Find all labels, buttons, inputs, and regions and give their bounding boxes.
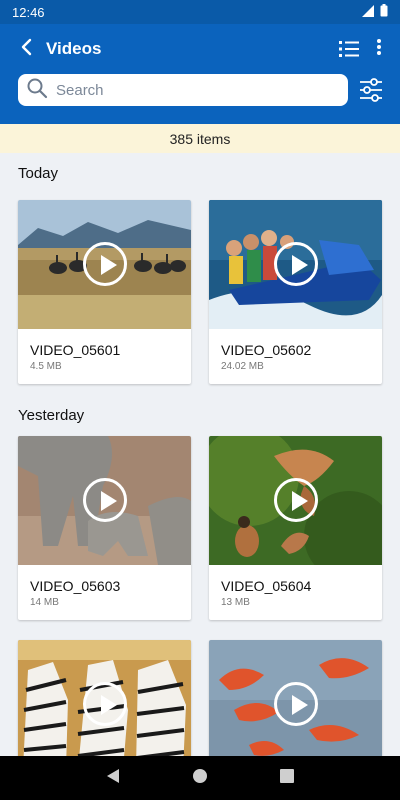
back-button[interactable] — [14, 38, 38, 60]
nav-home-icon[interactable] — [192, 768, 208, 789]
search-icon — [26, 77, 48, 104]
system-nav-bar — [0, 756, 400, 800]
item-count-bar: 385 items — [0, 124, 400, 153]
item-count-label: 385 items — [169, 130, 231, 147]
video-card[interactable] — [209, 640, 382, 756]
video-thumbnail — [18, 200, 191, 329]
nav-recents-icon[interactable] — [280, 768, 294, 788]
video-thumbnail — [209, 436, 382, 565]
nav-back-icon[interactable] — [106, 768, 120, 789]
video-thumbnail — [209, 640, 382, 756]
list-view-button[interactable] — [338, 38, 360, 60]
video-name: VIDEO_05603 — [30, 578, 121, 594]
video-card[interactable]: VIDEO_05601 4.5 MB — [18, 200, 191, 384]
more-vert-icon — [376, 38, 382, 61]
video-thumbnail — [209, 200, 382, 329]
video-thumbnail — [18, 436, 191, 565]
app-bar: Videos — [0, 24, 400, 124]
battery-icon — [380, 4, 388, 20]
video-card[interactable] — [18, 640, 191, 756]
play-icon[interactable] — [274, 242, 318, 286]
play-icon[interactable] — [83, 242, 127, 286]
video-size: 24.02 MB — [221, 361, 264, 372]
more-options-button[interactable] — [372, 38, 386, 60]
section-title-yesterday: Yesterday — [18, 407, 85, 424]
video-size: 14 MB — [30, 597, 59, 608]
play-icon[interactable] — [83, 478, 127, 522]
video-card[interactable]: VIDEO_05603 14 MB — [18, 436, 191, 620]
video-card[interactable]: VIDEO_05604 13 MB — [209, 436, 382, 620]
video-name: VIDEO_05602 — [221, 342, 312, 358]
filter-button[interactable] — [358, 76, 384, 104]
search-input[interactable] — [56, 81, 336, 99]
signal-icon — [362, 4, 374, 20]
search-bar[interactable] — [18, 74, 348, 106]
video-size: 13 MB — [221, 597, 250, 608]
play-icon[interactable] — [274, 682, 318, 726]
filter-sliders-icon — [358, 78, 384, 108]
video-size: 4.5 MB — [30, 361, 62, 372]
video-gallery[interactable]: Today VIDEO_05601 4.5 MB VIDEO_05602 24.… — [0, 153, 400, 756]
video-name: VIDEO_05601 — [30, 342, 121, 358]
list-view-icon — [338, 41, 360, 64]
status-time: 12:46 — [12, 4, 45, 20]
play-icon[interactable] — [274, 478, 318, 522]
video-thumbnail — [18, 640, 191, 756]
section-title-today: Today — [18, 165, 59, 182]
page-title: Videos — [46, 39, 102, 58]
video-card[interactable]: VIDEO_05602 24.02 MB — [209, 200, 382, 384]
play-icon[interactable] — [83, 682, 127, 726]
status-bar: 12:46 — [0, 0, 400, 24]
back-arrow-icon — [19, 38, 33, 61]
video-name: VIDEO_05604 — [221, 578, 312, 594]
